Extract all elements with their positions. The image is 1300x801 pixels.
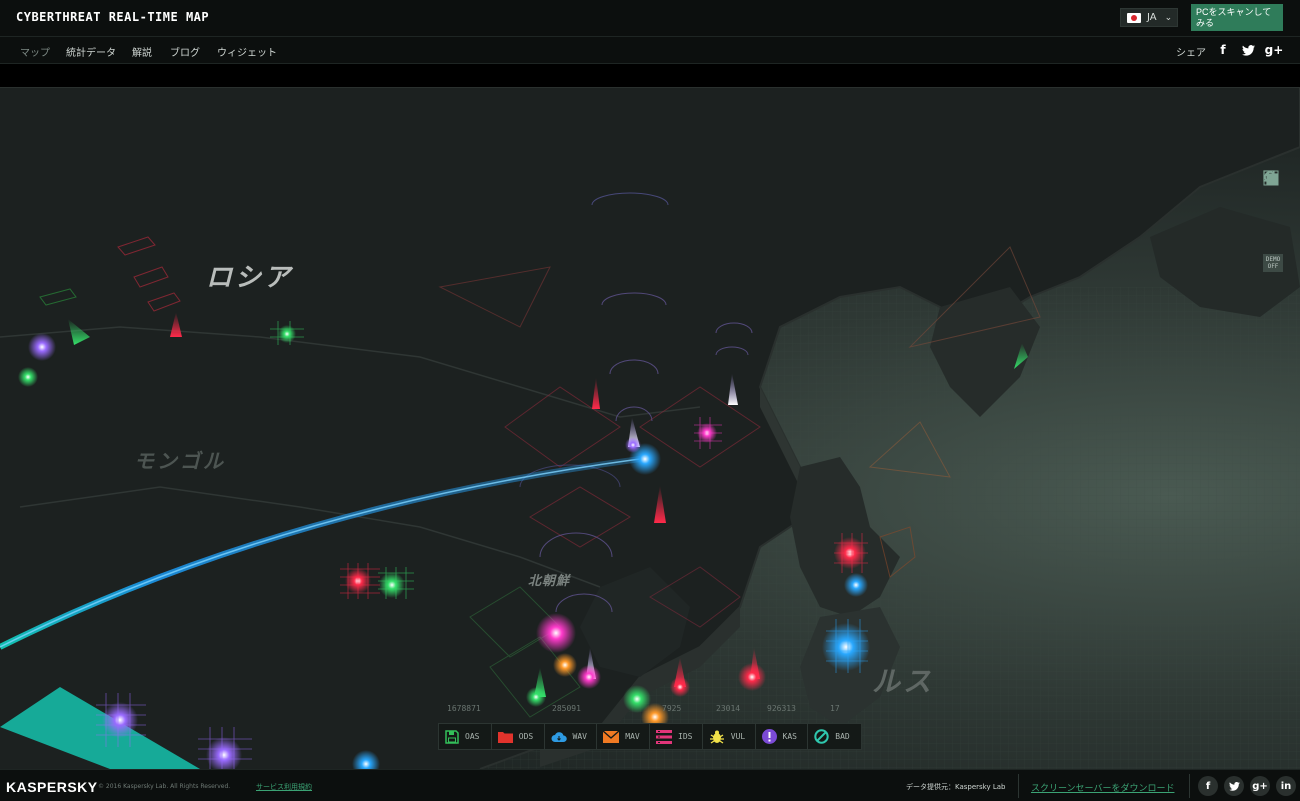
copyright-text: © 2016 Kaspersky Lab. All Rights Reserve… <box>98 783 231 790</box>
zoom-in-icon[interactable] <box>1263 171 1281 230</box>
facebook-icon[interactable]: f <box>1215 42 1231 58</box>
footer-divider <box>1018 774 1019 798</box>
map-toolbar: DEMO OFF <box>1263 170 1283 272</box>
google-plus-icon[interactable]: g+ <box>1265 42 1284 58</box>
counter-ids: 7925 <box>662 704 682 713</box>
share-label: シェア <box>1176 48 1206 59</box>
cloud-icon <box>551 731 567 742</box>
nav-item-map[interactable]: マップ <box>20 44 50 59</box>
data-provider-text: データ提供元：Kaspersky Lab <box>906 783 1006 791</box>
mail-icon <box>603 730 620 743</box>
ids-icon <box>656 729 672 744</box>
bug-icon <box>709 730 724 744</box>
footer-divider <box>1189 774 1190 798</box>
folder-icon <box>497 732 513 743</box>
block-icon <box>814 729 829 744</box>
counter-bad: 17 <box>830 704 840 713</box>
map-label-mongolia: モンゴル <box>134 451 226 473</box>
top-bar: CYBERTHREAT REAL-TIME MAP JA ⌄ PCをスキャンして… <box>0 0 1300 37</box>
facebook-icon[interactable]: f <box>1198 776 1218 796</box>
legend-label: BAD <box>835 732 850 741</box>
nav-item-explanation[interactable]: 解説 <box>132 44 152 59</box>
counter-oas: 1678871 <box>447 704 481 713</box>
twitter-icon[interactable] <box>1240 42 1256 58</box>
demo-toggle-button[interactable]: DEMO OFF <box>1263 254 1283 272</box>
kaspersky-logo[interactable]: KASPERSKY <box>6 779 98 795</box>
counter-kas: 926313 <box>767 704 796 713</box>
screensaver-download-link[interactable]: スクリーンセーバーをダウンロード <box>1031 781 1174 794</box>
map-canvas <box>0 87 1300 769</box>
chevron-down-icon: ⌄ <box>1164 12 1173 23</box>
legend-item-ods[interactable]: ODS <box>492 724 545 749</box>
layers-icon[interactable] <box>1263 170 1281 209</box>
scan-pc-button[interactable]: PCをスキャンしてみる <box>1191 4 1283 31</box>
legend-item-vul[interactable]: VUL <box>703 724 756 749</box>
threat-map[interactable]: ロシア モンゴル 北朝鮮 ルス DEMO OFF <box>0 87 1300 769</box>
legend-label: MAV <box>625 732 640 741</box>
legend-item-kas[interactable]: KAS <box>756 724 809 749</box>
map-label-partial: ルス <box>872 666 935 697</box>
threat-legend: OAS ODS WAV MAV IDS VUL KAS BAD <box>438 723 862 750</box>
language-code: JA <box>1147 12 1157 23</box>
zoom-out-icon[interactable] <box>1263 171 1281 251</box>
counter-wav: 285091 <box>552 704 581 713</box>
map-label-north-korea: 北朝鮮 <box>528 573 571 588</box>
legend-item-oas[interactable]: OAS <box>439 724 492 749</box>
legend-label: IDS <box>678 732 693 741</box>
twitter-icon[interactable] <box>1224 776 1244 796</box>
legend-label: WAV <box>572 732 587 741</box>
legend-label: KAS <box>782 732 797 741</box>
legend-label: OAS <box>465 732 480 741</box>
main-nav: マップ 統計データ 解説 ブログ ウィジェット シェア f g+ <box>0 37 1300 64</box>
save-icon <box>445 729 459 744</box>
header-spacer <box>0 64 1300 87</box>
legend-item-mav[interactable]: MAV <box>597 724 650 749</box>
nav-item-statistics[interactable]: 統計データ <box>66 44 116 59</box>
japan-flag-icon <box>1127 12 1141 23</box>
linkedin-icon[interactable]: in <box>1276 776 1296 796</box>
terms-link[interactable]: サービス利用規約 <box>256 782 312 792</box>
nav-item-blog[interactable]: ブログ <box>170 44 200 59</box>
footer: KASPERSKY © 2016 Kaspersky Lab. All Righ… <box>0 769 1300 801</box>
google-plus-icon[interactable]: g+ <box>1250 776 1270 796</box>
alert-icon <box>761 729 777 744</box>
legend-item-wav[interactable]: WAV <box>545 724 598 749</box>
legend-label: ODS <box>518 732 534 741</box>
app-title[interactable]: CYBERTHREAT REAL-TIME MAP <box>16 10 209 24</box>
map-label-russia: ロシア <box>206 262 294 292</box>
counter-vul: 23014 <box>716 704 741 713</box>
nav-item-widget[interactable]: ウィジェット <box>217 44 277 59</box>
legend-item-bad[interactable]: BAD <box>808 724 861 749</box>
language-selector[interactable]: JA ⌄ <box>1120 8 1178 27</box>
legend-item-ids[interactable]: IDS <box>650 724 703 749</box>
legend-label: VUL <box>730 732 746 741</box>
